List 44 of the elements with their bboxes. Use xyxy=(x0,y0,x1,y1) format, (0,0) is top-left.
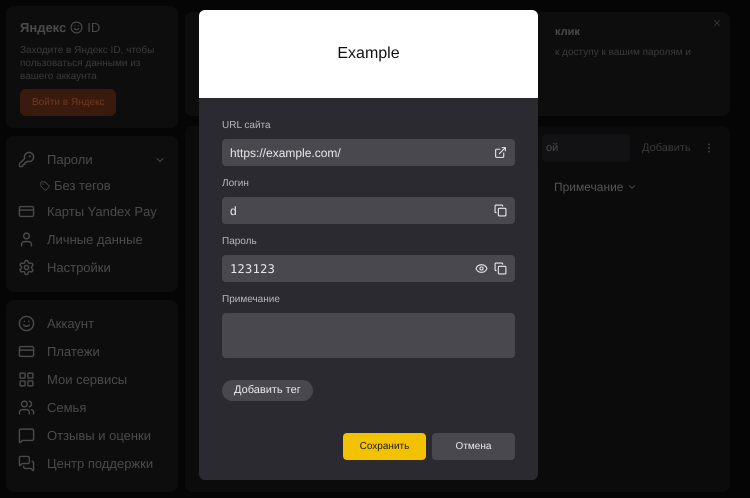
search-field[interactable]: ой xyxy=(542,134,630,162)
add-tag-button[interactable]: Добавить тег xyxy=(222,380,313,401)
field-label: URL сайта xyxy=(222,119,272,133)
smile-icon xyxy=(18,315,35,332)
logo-text: Яндекс xyxy=(20,19,66,37)
save-button[interactable]: Сохранить xyxy=(343,433,426,460)
sidebar-item[interactable]: Карты Yandex Pay xyxy=(6,198,178,226)
banner-title: клик xyxy=(555,25,581,40)
person-icon xyxy=(18,231,35,248)
sidebar-item[interactable]: Отзывы и оценки xyxy=(6,422,178,450)
sidebar-subitem[interactable]: Без тегов xyxy=(6,174,178,198)
copy-icon[interactable] xyxy=(494,262,507,275)
cancel-button[interactable]: Отмена xyxy=(432,433,515,460)
grid-icon xyxy=(18,371,35,388)
key-icon xyxy=(18,151,35,168)
smile-icon xyxy=(70,21,84,34)
sidebar-item[interactable]: Пароли xyxy=(6,146,178,174)
dialog-title: Example xyxy=(337,44,400,64)
sidebar-item[interactable]: Центр поддержки xyxy=(6,450,178,478)
sidebar-item[interactable]: Платежи xyxy=(6,338,178,366)
settings-icon xyxy=(18,259,35,276)
chat-icon xyxy=(18,427,35,444)
card-icon xyxy=(18,203,35,220)
field-label: Примечание xyxy=(222,293,281,307)
external-link-icon[interactable] xyxy=(494,146,507,159)
people-icon xyxy=(18,399,35,416)
sidebar-item[interactable]: Семья xyxy=(6,394,178,422)
card-icon xyxy=(18,343,35,360)
copy-icon[interactable] xyxy=(494,204,507,217)
field-label: Логин xyxy=(222,177,250,191)
field-label: Пароль xyxy=(222,235,258,249)
sidebar-item[interactable]: Мои сервисы xyxy=(6,366,178,394)
sidebar-item[interactable]: Личные данные xyxy=(6,226,178,254)
tag-icon xyxy=(40,180,50,190)
eye-icon[interactable] xyxy=(475,262,488,275)
column-header[interactable]: Примечание xyxy=(554,178,624,196)
logo-suffix: ID xyxy=(87,19,100,37)
input-field[interactable]: d xyxy=(222,197,515,224)
input-field[interactable]: 123123 xyxy=(222,255,515,282)
chat-bubbles-icon xyxy=(18,455,35,472)
input-field[interactable]: https://example.com/ xyxy=(222,139,515,166)
note-field[interactable] xyxy=(222,313,515,358)
sidebar-item[interactable]: Аккаунт xyxy=(6,310,178,338)
sidebar-item[interactable]: Настройки xyxy=(6,254,178,282)
